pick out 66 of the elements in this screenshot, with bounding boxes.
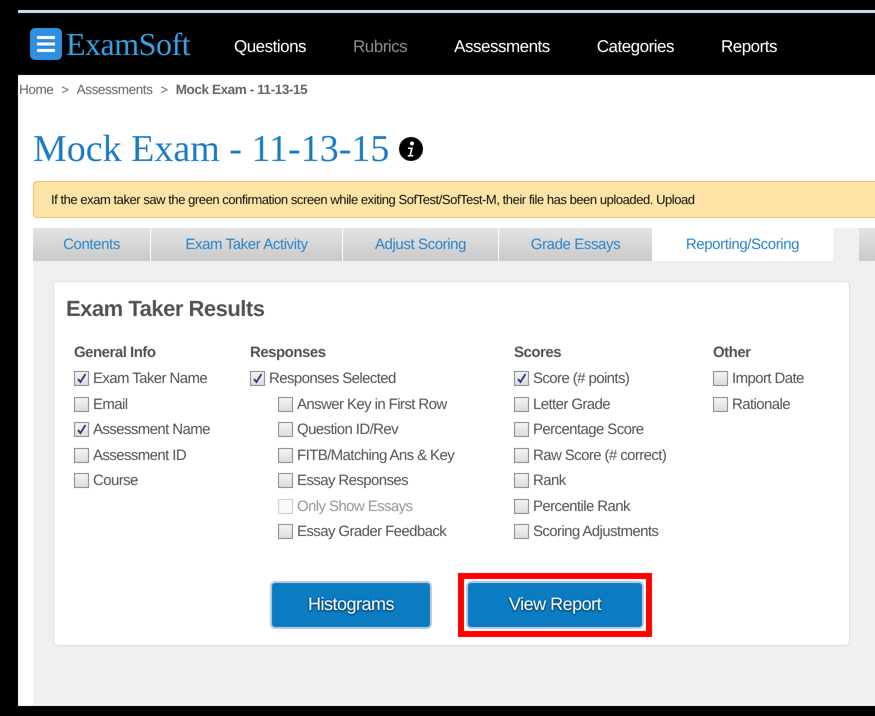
nav-link[interactable]: Questions — [234, 37, 306, 57]
checkbox[interactable] — [74, 396, 89, 412]
check-icon — [516, 373, 527, 384]
checkbox[interactable] — [278, 473, 293, 488]
checkbox[interactable] — [713, 371, 728, 386]
card-title: Exam Taker Results — [66, 296, 266, 322]
group-heading: General Info — [74, 344, 157, 361]
breadcrumb-link[interactable]: Mock Exam - 11-13-15 — [176, 82, 308, 97]
checkbox-option[interactable]: FITB/Matching Ans & Key — [278, 442, 514, 468]
checkbox-option[interactable]: Rank — [514, 468, 713, 494]
checkbox-option[interactable]: Rationale — [713, 392, 849, 417]
checkbox-option[interactable]: Assessment ID — [74, 442, 250, 468]
breadcrumb-link[interactable]: Home — [19, 82, 54, 97]
info-icon[interactable] — [399, 137, 424, 161]
checkbox-option[interactable]: Percentage Score — [514, 417, 713, 442]
checkbox-option[interactable]: Essay Grader Feedback — [278, 519, 514, 544]
nav-link[interactable]: Categories — [596, 37, 674, 57]
checkbox[interactable] — [713, 396, 728, 412]
checkbox-option[interactable]: Email — [74, 392, 250, 417]
breadcrumb-separator: > — [160, 82, 168, 97]
checkbox[interactable] — [250, 371, 265, 386]
checkbox-option[interactable]: Scoring Adjustments — [514, 519, 713, 544]
checkbox-option[interactable]: Percentile Rank — [514, 494, 713, 519]
check-icon — [252, 373, 263, 384]
check-icon — [76, 373, 87, 384]
checkbox-option[interactable]: Answer Key in First Row — [278, 392, 514, 417]
checkbox[interactable] — [74, 371, 89, 386]
breadcrumb-separator: > — [61, 82, 69, 97]
nav-link[interactable]: Assessments — [454, 37, 550, 57]
group-heading: Other — [713, 344, 752, 361]
tab[interactable]: Reporting/Scoring — [653, 228, 833, 261]
logo: ExamSoft — [66, 26, 190, 62]
action-button[interactable]: Histograms — [270, 580, 432, 628]
checkbox[interactable] — [514, 448, 529, 463]
page-title: Mock Exam - 11-13-15 — [33, 127, 390, 171]
checkbox[interactable] — [514, 422, 529, 438]
checkbox-option[interactable]: Assessment Name — [74, 417, 250, 442]
checkbox-option[interactable]: Course — [74, 468, 250, 494]
check-icon — [76, 424, 87, 436]
checkbox[interactable] — [514, 524, 529, 540]
breadcrumb-link[interactable]: Assessments — [76, 82, 152, 97]
checkbox-option[interactable]: Import Date — [713, 366, 849, 392]
checkbox[interactable] — [278, 422, 293, 438]
checkbox[interactable] — [278, 524, 293, 540]
checkbox-option[interactable]: Letter Grade — [514, 392, 713, 417]
checkbox-option[interactable]: Raw Score (# correct) — [514, 442, 713, 468]
checkbox[interactable] — [514, 473, 529, 488]
checkbox-option[interactable]: Score (# points) — [514, 366, 713, 392]
checkbox-option[interactable]: Question ID/Rev — [278, 417, 514, 442]
alert-message: If the exam taker saw the green confirmation screen while exiting SofTest/SofTest-M, their file has been uploaded. Upload — [33, 181, 875, 218]
checkbox-option[interactable]: Responses Selected — [250, 366, 514, 392]
group-heading: Responses — [250, 344, 327, 361]
checkbox[interactable] — [74, 448, 89, 463]
checkbox[interactable] — [514, 371, 529, 386]
checkbox[interactable] — [74, 422, 89, 438]
checkbox-option[interactable]: Essay Responses — [278, 468, 514, 494]
checkbox[interactable] — [278, 396, 293, 412]
checkbox[interactable] — [514, 498, 529, 514]
nav-link[interactable]: Reports — [720, 37, 777, 57]
action-button[interactable]: View Report — [466, 580, 644, 628]
group-heading: Scores — [514, 344, 562, 361]
menu-icon[interactable] — [30, 28, 62, 60]
checkbox[interactable] — [74, 473, 89, 488]
checkbox[interactable] — [514, 396, 529, 412]
checkbox-option[interactable]: Exam Taker Name — [74, 366, 250, 392]
checkbox[interactable] — [278, 448, 293, 463]
